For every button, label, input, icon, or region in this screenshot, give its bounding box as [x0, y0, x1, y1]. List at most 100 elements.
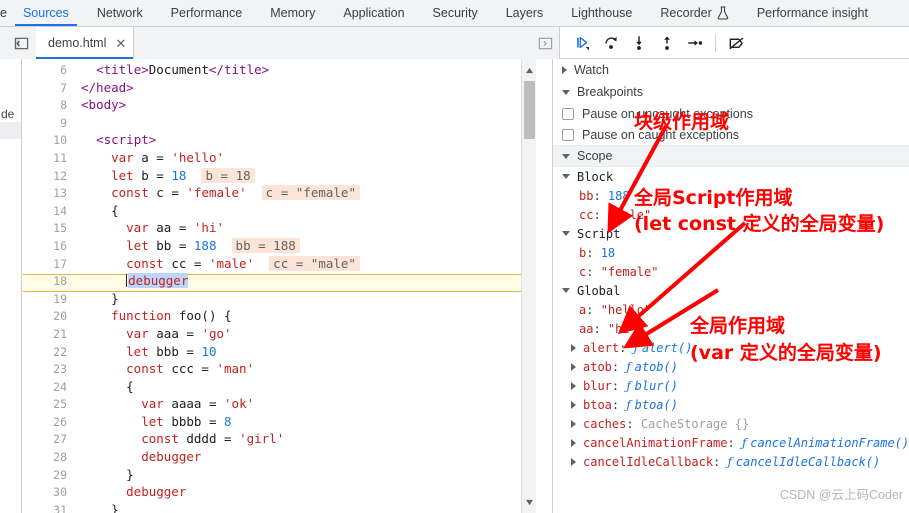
code-line[interactable]: 10 <script> — [23, 132, 536, 151]
scope-property[interactable]: aa: "hi" — [553, 319, 909, 338]
line-number[interactable]: 30 — [23, 485, 67, 499]
line-number[interactable]: 14 — [23, 204, 67, 218]
scope-property[interactable]: caches: CacheStorage {} — [553, 414, 909, 433]
scope-property[interactable]: b: 18 — [553, 243, 909, 262]
editor-vertical-scrollbar[interactable] — [521, 59, 536, 513]
navigator-sliver[interactable]: de — [0, 59, 22, 513]
panel-tab-application[interactable]: Application — [329, 0, 418, 26]
line-content[interactable]: } — [81, 467, 134, 482]
code-line[interactable]: 12 let b = 18 b = 18 — [23, 167, 536, 187]
line-number[interactable]: 7 — [23, 81, 67, 95]
code-line[interactable]: 16 let bb = 188 bb = 188 — [23, 237, 536, 257]
scroll-up-arrow-icon[interactable] — [525, 61, 534, 79]
line-content[interactable]: const ccc = 'man' — [81, 361, 254, 376]
line-content[interactable]: let bb = 188 bb = 188 — [81, 237, 300, 253]
scope-property[interactable]: atob: ƒ atob() — [553, 357, 909, 376]
code-line[interactable]: 20 function foo() { — [23, 308, 536, 327]
scope-property[interactable]: cancelIdleCallback: ƒ cancelIdleCallback… — [553, 452, 909, 471]
scope-property[interactable]: a: "hello" — [553, 300, 909, 319]
line-content[interactable]: function foo() { — [81, 308, 231, 323]
pause-on-caught-exceptions-row[interactable]: Pause on caught exceptions — [553, 124, 909, 145]
scope-property[interactable]: blur: ƒ blur() — [553, 376, 909, 395]
panel-tab-layers[interactable]: Layers — [492, 0, 558, 26]
deactivate-breakpoints-icon[interactable] — [722, 29, 750, 57]
line-number[interactable]: 19 — [23, 292, 67, 306]
line-content[interactable]: let bbbb = 8 — [81, 414, 231, 429]
code-line[interactable]: 31 } — [23, 502, 536, 513]
code-lines[interactable]: 6 <title>Document</title> 7 </head> 8 <body>… — [23, 62, 536, 513]
file-tab-demo-html[interactable]: demo.html ✕ — [36, 27, 135, 59]
show-debugger-icon[interactable] — [531, 27, 559, 59]
scope-property[interactable]: alert: ƒ alert() — [553, 338, 909, 357]
step-into-icon[interactable] — [625, 29, 653, 57]
line-number[interactable]: 24 — [23, 380, 67, 394]
code-line[interactable]: 25 var aaaa = 'ok' — [23, 396, 536, 415]
code-line[interactable]: 19 } — [23, 291, 536, 310]
line-number[interactable]: 17 — [23, 257, 67, 271]
line-content[interactable]: var aaa = 'go' — [81, 326, 231, 341]
pause-caught-checkbox[interactable] — [562, 128, 574, 141]
code-line[interactable]: 23 const ccc = 'man' — [23, 361, 536, 380]
line-number[interactable]: 22 — [23, 345, 67, 359]
code-line[interactable]: 15 var aa = 'hi' — [23, 220, 536, 239]
line-number[interactable]: 11 — [23, 151, 67, 165]
navigator-selected-item[interactable] — [0, 122, 21, 139]
line-number[interactable]: 8 — [23, 98, 67, 112]
line-number[interactable]: 12 — [23, 169, 67, 183]
line-number[interactable]: 18 — [23, 274, 67, 288]
line-content[interactable]: debugger — [81, 273, 189, 289]
scope-property[interactable]: cancelAnimationFrame: ƒ cancelAnimationF… — [553, 433, 909, 452]
code-line[interactable]: 29 } — [23, 467, 536, 486]
line-content[interactable]: <title>Document</title> — [81, 62, 269, 77]
line-number[interactable]: 16 — [23, 239, 67, 253]
code-line[interactable]: 9 — [23, 116, 536, 134]
line-content[interactable]: var aa = 'hi' — [81, 220, 224, 235]
close-icon[interactable]: ✕ — [115, 37, 126, 50]
breakpoints-section-header[interactable]: Breakpoints — [553, 81, 909, 103]
scope-tree[interactable]: Block bb: 188 cc: "male" Script b: 18 c: "fem… — [553, 167, 909, 471]
line-number[interactable]: 21 — [23, 327, 67, 341]
line-number[interactable]: 27 — [23, 432, 67, 446]
line-content[interactable]: } — [81, 291, 119, 306]
code-line[interactable]: 27 const dddd = 'girl' — [23, 431, 536, 450]
scope-group-script[interactable]: Script — [553, 224, 909, 243]
line-number[interactable]: 25 — [23, 397, 67, 411]
step-out-icon[interactable] — [653, 29, 681, 57]
line-content[interactable]: } — [81, 502, 119, 513]
scope-group-block[interactable]: Block — [553, 167, 909, 186]
line-content[interactable]: const c = 'female' c = "female" — [81, 185, 360, 201]
line-number[interactable]: 6 — [23, 63, 67, 77]
line-content[interactable]: { — [81, 203, 119, 218]
line-number[interactable]: 20 — [23, 309, 67, 323]
panel-tab-lighthouse[interactable]: Lighthouse — [557, 0, 646, 26]
code-line[interactable]: 24 { — [23, 379, 536, 398]
step-over-icon[interactable] — [597, 29, 625, 57]
line-content[interactable]: let bbb = 10 — [81, 344, 216, 359]
line-content[interactable]: { — [81, 379, 134, 394]
line-content[interactable]: <body> — [81, 97, 126, 112]
code-line[interactable]: 17 const cc = 'male' cc = "male" — [23, 255, 536, 275]
line-content[interactable]: var aaaa = 'ok' — [81, 396, 254, 411]
code-line[interactable]: 26 let bbbb = 8 — [23, 414, 536, 433]
code-line[interactable]: 14 { — [23, 203, 536, 222]
line-content[interactable]: debugger — [81, 449, 201, 464]
code-line[interactable]: 11 var a = 'hello' — [23, 150, 536, 169]
scrollbar-thumb[interactable] — [524, 81, 535, 139]
panel-tab-network[interactable]: Network — [83, 0, 157, 26]
navigator-file-item[interactable]: de — [0, 106, 21, 122]
line-number[interactable]: 28 — [23, 450, 67, 464]
line-number[interactable]: 9 — [23, 116, 67, 130]
pause-uncaught-checkbox[interactable] — [562, 107, 574, 120]
line-content[interactable]: <script> — [81, 132, 156, 147]
code-line[interactable]: 8 <body> — [23, 97, 536, 116]
panel-tab-performance[interactable]: Performance — [157, 0, 257, 26]
panel-tab-performance-insight[interactable]: Performance insight — [743, 0, 882, 26]
code-line[interactable]: 6 <title>Document</title> — [23, 62, 536, 81]
line-number[interactable]: 29 — [23, 468, 67, 482]
scope-section-header[interactable]: Scope — [553, 145, 909, 167]
scope-group-global[interactable]: Global — [553, 281, 909, 300]
scope-property[interactable]: c: "female" — [553, 262, 909, 281]
panel-tab-e[interactable]: e — [0, 0, 9, 26]
line-content[interactable]: const cc = 'male' cc = "male" — [81, 255, 360, 271]
code-line[interactable]: 7 </head> — [23, 80, 536, 99]
